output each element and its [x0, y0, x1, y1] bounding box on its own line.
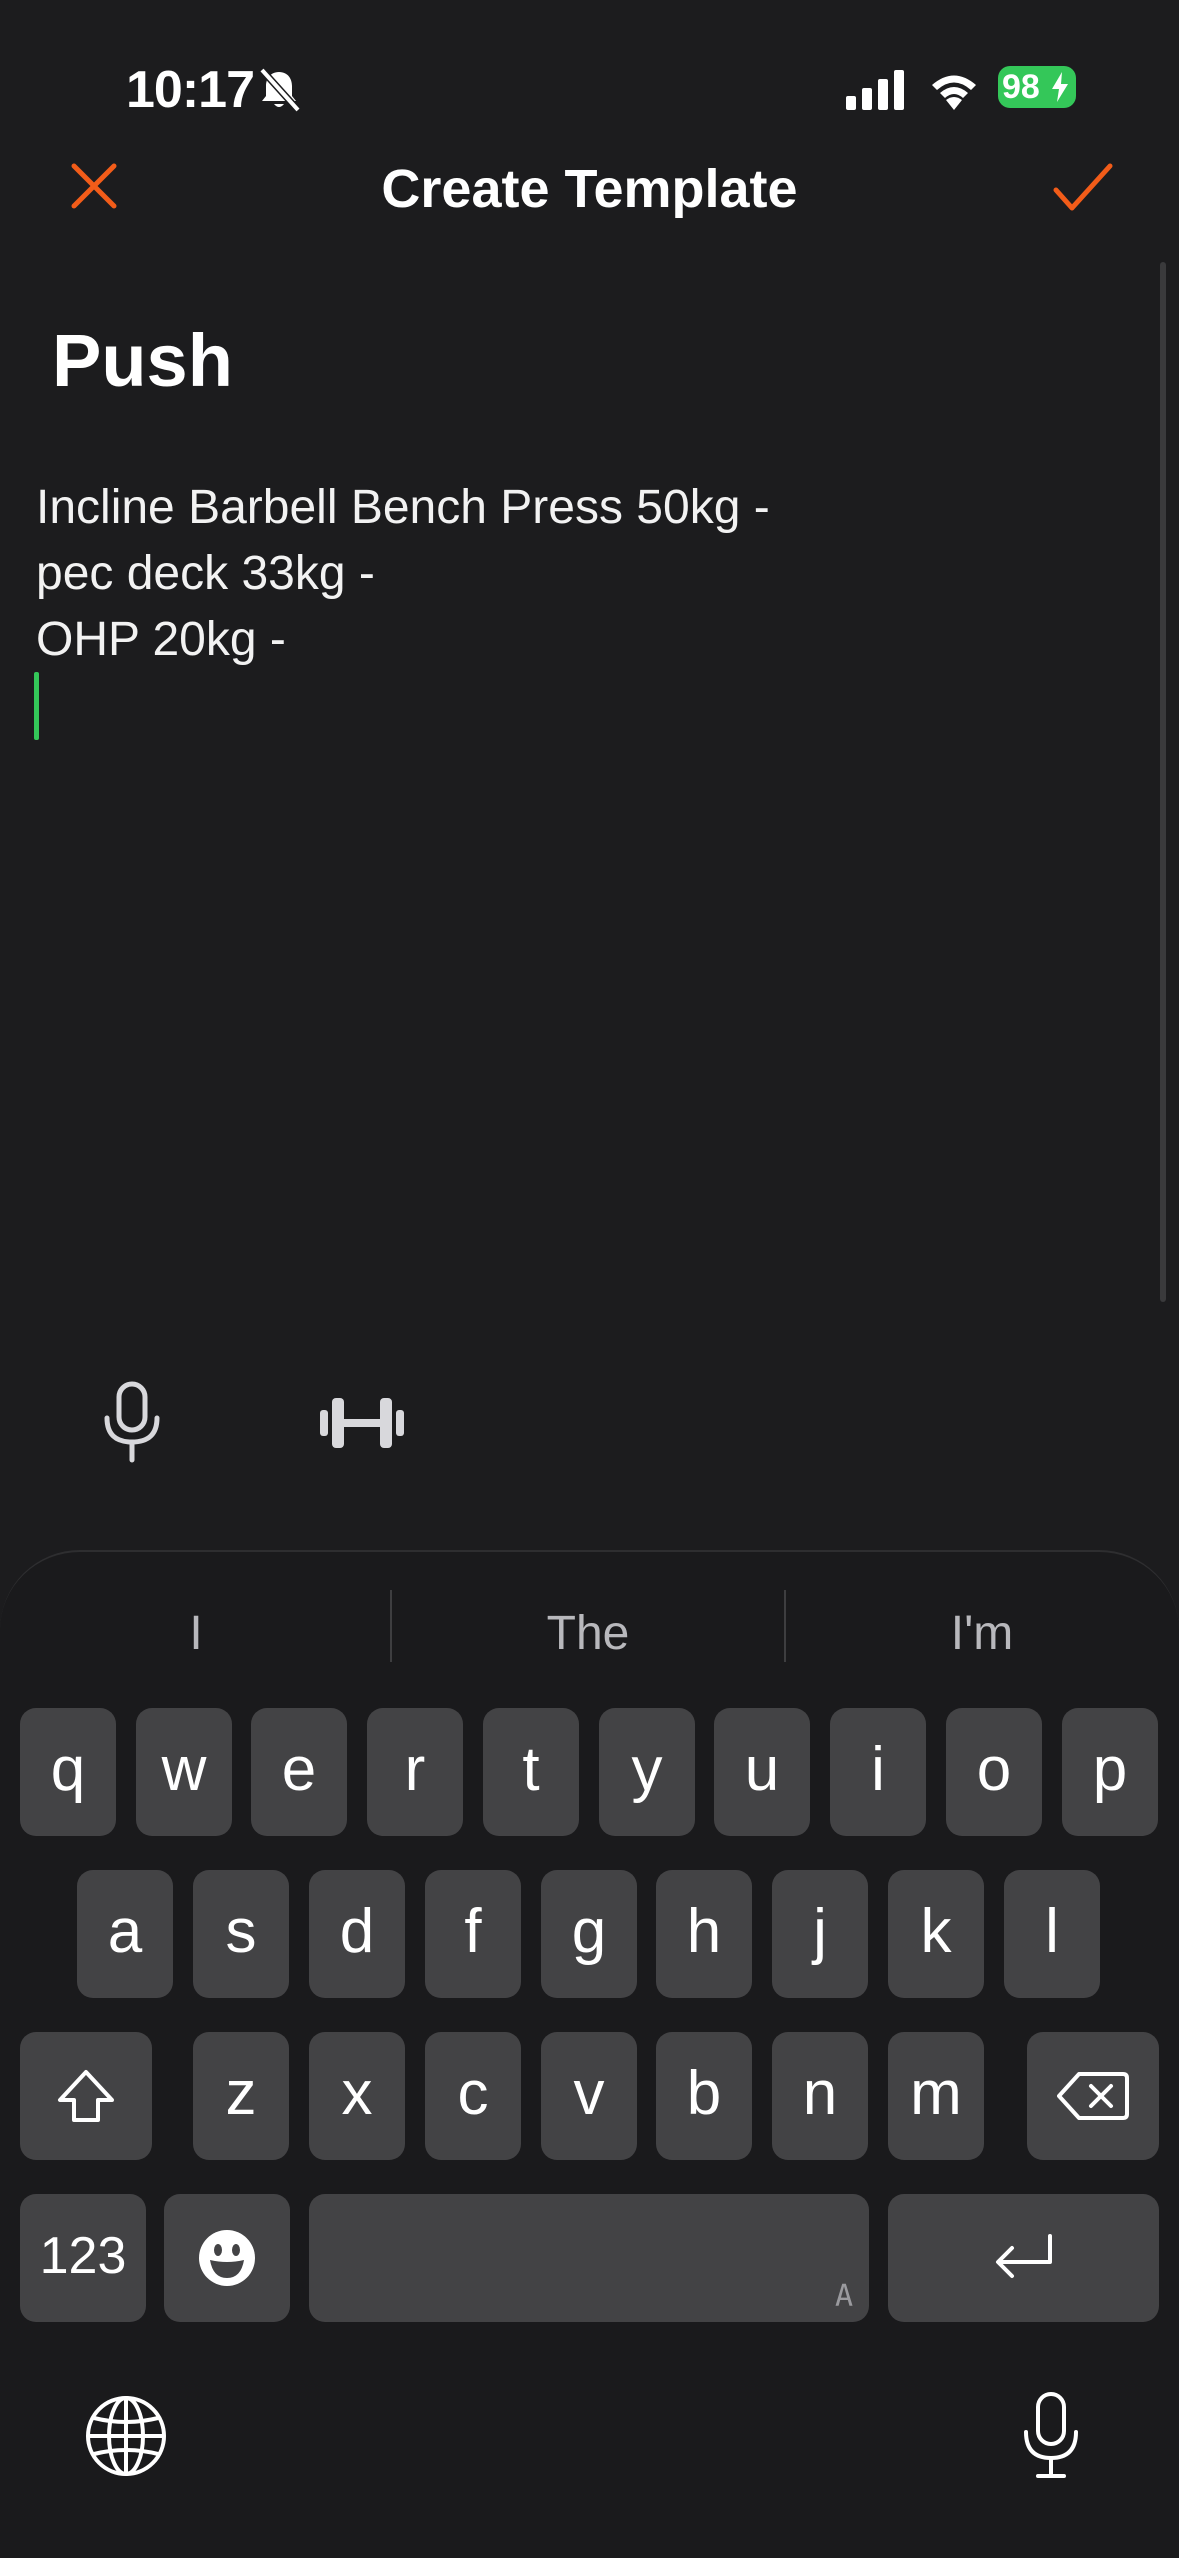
key-q[interactable]: q [20, 1708, 116, 1836]
key-w[interactable]: w [136, 1708, 232, 1836]
note-line[interactable]: OHP 20kg - [36, 612, 286, 667]
cellular-signal-icon [846, 70, 904, 110]
key-l[interactable]: l [1004, 1870, 1100, 1998]
key-u[interactable]: u [714, 1708, 810, 1836]
note-line[interactable]: Incline Barbell Bench Press 50kg - [36, 480, 770, 535]
scroll-indicator [1160, 262, 1166, 1302]
suggestion-3[interactable]: I'm [786, 1606, 1178, 1661]
key-o[interactable]: o [946, 1708, 1042, 1836]
text-caret [34, 672, 39, 740]
suggestion-1[interactable]: I [0, 1606, 392, 1661]
key-s[interactable]: s [193, 1870, 289, 1998]
globe-icon[interactable] [84, 2394, 168, 2478]
key-i[interactable]: i [830, 1708, 926, 1836]
shift-icon [58, 2070, 114, 2122]
return-icon [995, 2234, 1052, 2278]
key-k[interactable]: k [888, 1870, 984, 1998]
dictation-mic-icon[interactable] [1018, 2390, 1084, 2482]
key-p[interactable]: p [1062, 1708, 1158, 1836]
key-x[interactable]: x [309, 2032, 405, 2160]
return-key[interactable] [888, 2194, 1159, 2322]
emoji-key[interactable] [164, 2194, 290, 2322]
key-f[interactable]: f [425, 1870, 521, 1998]
template-name-field[interactable]: Push [52, 318, 233, 403]
space-hint: A [834, 2279, 853, 2314]
key-b[interactable]: b [656, 2032, 752, 2160]
key-z[interactable]: z [193, 2032, 289, 2160]
key-e[interactable]: e [251, 1708, 347, 1836]
emoji-icon [199, 2230, 255, 2286]
battery-indicator: 98 [998, 66, 1076, 108]
key-d[interactable]: d [309, 1870, 405, 1998]
key-m[interactable]: m [888, 2032, 984, 2160]
key-y[interactable]: y [599, 1708, 695, 1836]
charging-bolt-icon [1052, 72, 1068, 102]
key-j[interactable]: j [772, 1870, 868, 1998]
suggestion-2[interactable]: The [392, 1606, 784, 1661]
key-n[interactable]: n [772, 2032, 868, 2160]
delete-key[interactable] [1027, 2032, 1159, 2160]
shift-key[interactable] [20, 2032, 152, 2160]
wifi-icon [932, 75, 976, 110]
battery-level: 98 [1002, 68, 1040, 106]
key-v[interactable]: v [541, 2032, 637, 2160]
page-title: Create Template [381, 159, 798, 219]
key-h[interactable]: h [656, 1870, 752, 1998]
checkmark-icon[interactable] [1052, 160, 1114, 216]
space-key[interactable]: A [309, 2194, 869, 2322]
key-r[interactable]: r [367, 1708, 463, 1836]
key-a[interactable]: a [77, 1870, 173, 1998]
silent-mode-icon [259, 67, 301, 113]
note-line[interactable]: pec deck 33kg - [36, 546, 375, 601]
key-t[interactable]: t [483, 1708, 579, 1836]
key-c[interactable]: c [425, 2032, 521, 2160]
dumbbell-icon[interactable] [316, 1392, 408, 1454]
key-g[interactable]: g [541, 1870, 637, 1998]
backspace-icon [1057, 2072, 1129, 2120]
status-time: 10:17 [126, 61, 255, 119]
microphone-icon[interactable] [100, 1380, 164, 1464]
numbers-key[interactable]: 123 [20, 2194, 146, 2322]
